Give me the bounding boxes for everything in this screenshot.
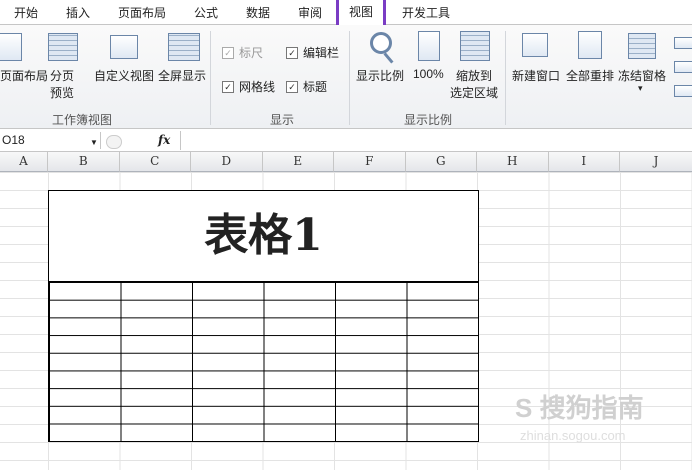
table-body-cells[interactable] [49,282,478,441]
formula-input[interactable] [180,131,692,150]
gridlines-checkbox[interactable]: ✓ 网格线 [222,78,275,95]
tab-review[interactable]: 审阅 [298,4,322,21]
column-header-d[interactable]: D [191,152,263,172]
watermark-url: zhinan.sogou.com [520,428,626,443]
tab-view[interactable]: 视图 [335,0,387,28]
checkbox-box: ✓ [286,80,298,93]
table-title-cell[interactable]: 表格1 [49,191,478,282]
checkbox-box: ✓ [286,46,298,59]
tab-developer[interactable]: 开发工具 [402,4,450,21]
unhide-icon[interactable] [674,85,692,97]
freeze-panes-icon[interactable] [628,33,656,59]
headings-checkbox[interactable]: ✓ 标题 [286,78,327,95]
full-screen-icon[interactable] [168,33,200,61]
formula-bar-grip-icon [106,135,122,149]
page-layout-icon[interactable] [0,33,22,61]
ribbon: 页面布局 分页 预览 自定义视图 全屏显示 工作簿视图 ✓ 标尺 ✓ 编辑栏 ✓ 网格… [0,25,692,129]
arrange-all-icon[interactable] [578,31,602,59]
column-header-b[interactable]: B [48,152,120,172]
page-break-preview-button[interactable]: 分页 [50,67,74,84]
group-separator [505,31,506,125]
page-layout-button[interactable]: 页面布局 [0,67,48,84]
column-header-g[interactable]: G [405,152,477,172]
tab-insert[interactable]: 插入 [66,4,90,21]
name-box-dropdown-icon[interactable]: ▼ [90,138,98,147]
bordered-table: 表格1 [48,190,479,442]
freeze-panes-button[interactable]: 冻结窗格 [618,67,666,84]
zoom-magnifier-icon[interactable] [370,32,392,54]
gridlines-label: 网格线 [239,80,276,94]
page-break-preview-label-2[interactable]: 预览 [50,84,74,101]
hide-icon[interactable] [674,61,692,73]
column-header-i[interactable]: I [548,152,620,172]
ruler-checkbox[interactable]: ✓ 标尺 [222,44,263,61]
checkbox-box: ✓ [222,46,234,59]
tab-home[interactable]: 开始 [14,4,38,21]
tab-formulas[interactable]: 公式 [194,4,218,21]
insert-function-button[interactable]: fx [158,133,170,147]
custom-view-button[interactable]: 自定义视图 [94,67,154,84]
column-header-h[interactable]: H [477,152,549,172]
freeze-panes-dropdown-arrow[interactable]: ▾ [638,83,643,94]
formula-bar-checkbox[interactable]: ✓ 编辑栏 [286,44,339,61]
split-icon[interactable] [674,37,692,49]
zoom-to-selection-button[interactable]: 缩放到 [456,67,492,84]
zoom-magnifier-handle [383,52,394,64]
zoom-group-label: 显示比例 [404,113,453,127]
formula-bar-label: 编辑栏 [303,46,340,60]
workbook-views-group-label: 工作簿视图 [52,113,113,127]
show-group-label: 显示 [270,113,295,127]
name-box[interactable]: O18 [0,132,101,149]
zoom-button[interactable]: 显示比例 [356,67,404,84]
zoom-100-icon[interactable] [418,31,440,61]
zoom-to-selection-label-2[interactable]: 选定区域 [450,84,498,101]
column-header-j[interactable]: J [620,152,692,172]
new-window-button[interactable]: 新建窗口 [512,67,560,84]
new-window-icon[interactable] [522,33,548,57]
ruler-label: 标尺 [239,46,264,60]
zoom-100-button[interactable]: 100% [413,67,444,81]
checkbox-box: ✓ [222,80,234,93]
group-separator [349,31,350,125]
zoom-to-selection-icon[interactable] [460,31,490,61]
page-break-preview-icon[interactable] [48,33,78,61]
tab-data[interactable]: 数据 [246,4,270,21]
ribbon-tab-bar: 开始 插入 页面布局 公式 数据 审阅 视图 开发工具 [0,0,692,28]
watermark-logo: S 搜狗指南 [515,393,644,423]
group-separator [210,31,211,125]
custom-view-icon[interactable] [110,35,138,59]
headings-label: 标题 [303,80,328,94]
tab-page-layout[interactable]: 页面布局 [118,4,166,21]
column-header-c[interactable]: C [119,152,191,172]
column-header-e[interactable]: E [262,152,334,172]
arrange-all-button[interactable]: 全部重排 [566,67,614,84]
full-screen-button[interactable]: 全屏显示 [158,67,206,84]
column-header-f[interactable]: F [334,152,406,172]
column-header-a[interactable]: A [0,152,48,172]
